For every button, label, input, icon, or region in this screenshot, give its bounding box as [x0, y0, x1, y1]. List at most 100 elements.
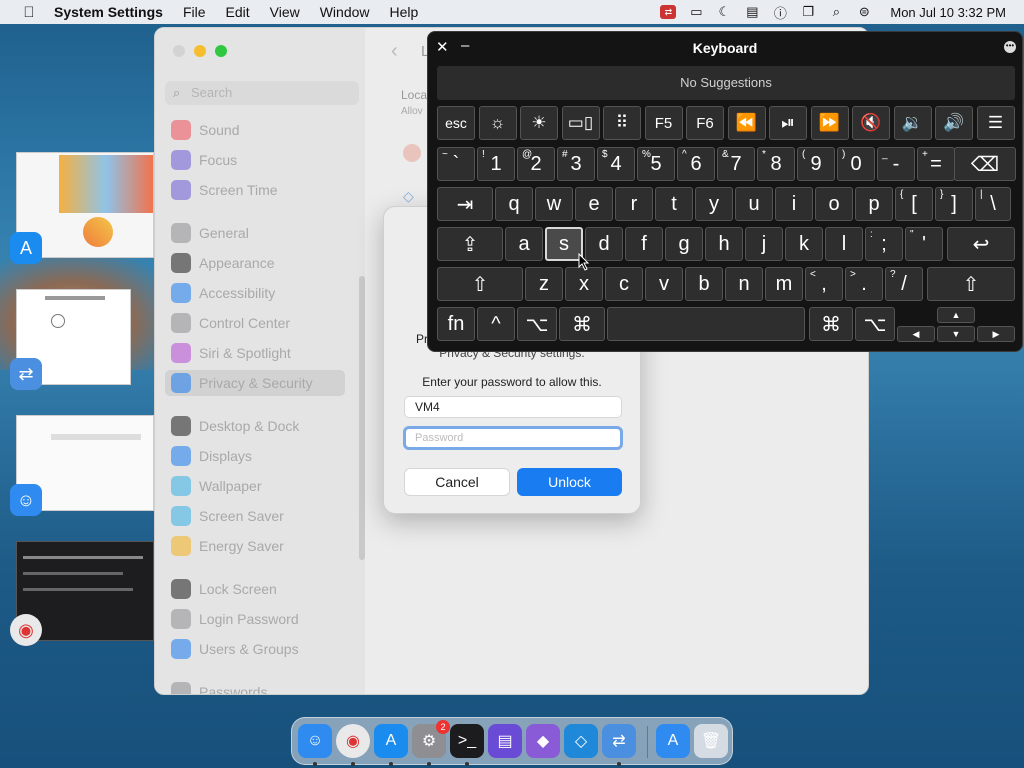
key-right-option[interactable]: ⌥ [855, 307, 895, 341]
more-options-icon[interactable]: ••• [1004, 41, 1016, 53]
key-9[interactable]: (9 [797, 147, 835, 181]
sidebar-item-users-groups[interactable]: Users & Groups [165, 636, 345, 662]
chrome-icon[interactable]: ◉ [336, 724, 370, 758]
migration-icon[interactable]: ⇄ [602, 724, 636, 758]
key-o[interactable]: o [815, 187, 853, 221]
key-l[interactable]: l [825, 227, 863, 261]
key-tab[interactable]: ⇥ [437, 187, 493, 221]
key-g[interactable]: g [665, 227, 703, 261]
key-h[interactable]: h [705, 227, 743, 261]
sidebar-item-desktop-dock[interactable]: Desktop & Dock [165, 413, 345, 439]
username-field[interactable]: VM4 [404, 396, 622, 418]
menu-view[interactable]: View [270, 4, 300, 20]
menu-help[interactable]: Help [390, 4, 419, 20]
clock[interactable]: Mon Jul 10 3:32 PM [890, 5, 1006, 20]
key-left-option[interactable]: ⌥ [517, 307, 557, 341]
key-return[interactable]: ↩ [947, 227, 1015, 261]
key-'[interactable]: " ' [905, 227, 943, 261]
finder-icon[interactable]: ☺ [298, 724, 332, 758]
visual-studio-icon[interactable]: ◆ [526, 724, 560, 758]
display-icon[interactable]: ▭ [688, 4, 704, 19]
terminal-icon[interactable]: >_ [450, 724, 484, 758]
list-icon[interactable]: ☰ [976, 106, 1015, 140]
minimize-window-button[interactable] [194, 45, 206, 57]
arrow-up-key[interactable]: ▲ [937, 307, 975, 323]
control-center-icon[interactable]: ⊜ [856, 4, 872, 19]
sidebar-item-wallpaper[interactable]: Wallpaper [165, 473, 345, 499]
key-6[interactable]: ^ 6 [677, 147, 715, 181]
cancel-button[interactable]: Cancel [404, 468, 510, 496]
key-w[interactable]: w [535, 187, 573, 221]
sidebar-item-screen-saver[interactable]: Screen Saver [165, 503, 345, 529]
sidebar-item-screen-time[interactable]: Screen Time [165, 177, 345, 203]
key-e[interactable]: e [575, 187, 613, 221]
key-7[interactable]: & 7 [717, 147, 755, 181]
volume-up-icon[interactable]: 🔊 [935, 106, 973, 140]
key-][interactable]: }] [935, 187, 973, 221]
accessibility-icon[interactable]: ⓘ [772, 5, 788, 21]
key-right-shift[interactable]: ⇧ [927, 267, 1015, 301]
key-x[interactable]: x [565, 267, 603, 301]
key-5[interactable]: % 5 [637, 147, 675, 181]
sidebar-item-passwords[interactable]: Passwords [165, 679, 345, 694]
window-icon[interactable]: ❐ [800, 4, 816, 19]
key-q[interactable]: q [495, 187, 533, 221]
menu-app-name[interactable]: System Settings [54, 4, 163, 20]
key-c[interactable]: c [605, 267, 643, 301]
sidebar-item-focus[interactable]: Focus [165, 147, 345, 173]
sidebar-item-appearance[interactable]: Appearance [165, 250, 345, 276]
arrow-down-key[interactable]: ▼ [937, 326, 975, 342]
sidebar-item-privacy-security[interactable]: Privacy & Security [165, 370, 345, 396]
menu-window[interactable]: Window [320, 4, 370, 20]
key-d[interactable]: d [585, 227, 623, 261]
key-y[interactable]: y [695, 187, 733, 221]
key-4[interactable]: $4 [597, 147, 635, 181]
f6-key[interactable]: F6 [686, 106, 724, 140]
sidebar-scrollbar[interactable] [359, 276, 365, 560]
key-left-command[interactable]: ⌘ [559, 307, 605, 341]
sidebar-item-displays[interactable]: Displays [165, 443, 345, 469]
system-settings-icon[interactable]: ⚙ 2 [412, 720, 450, 758]
key-n[interactable]: n [725, 267, 763, 301]
key-[[interactable]: {[ [895, 187, 933, 221]
esc-key[interactable]: esc [437, 106, 475, 140]
close-window-button[interactable] [173, 45, 185, 57]
menu-file[interactable]: File [183, 4, 206, 20]
app-store-stage-icon[interactable]: A [10, 232, 42, 264]
key-,[interactable]: <, [805, 267, 843, 301]
vscode-icon[interactable]: ◇ [564, 724, 598, 758]
key-8[interactable]: * 8 [757, 147, 795, 181]
key-t[interactable]: t [655, 187, 693, 221]
key-i[interactable]: i [775, 187, 813, 221]
key-control[interactable]: ^ [477, 307, 515, 341]
arrow-left-key[interactable]: ◀ [897, 326, 935, 342]
key-space[interactable] [607, 307, 805, 341]
key-u[interactable]: u [735, 187, 773, 221]
sidebar-item-control-center[interactable]: Control Center [165, 310, 345, 336]
unlock-button[interactable]: Unlock [517, 468, 622, 496]
search-icon[interactable]: ⌕ [828, 4, 844, 19]
key-r[interactable]: r [615, 187, 653, 221]
key-;[interactable]: :; [865, 227, 903, 261]
key-caps-lock[interactable]: ⇪ [437, 227, 503, 261]
key-b[interactable]: b [685, 267, 723, 301]
fast-forward-icon[interactable]: ⏩ [810, 106, 849, 140]
volume-down-icon[interactable]: 🔉 [893, 106, 932, 140]
sidebar-item-siri-spotlight[interactable]: Siri & Spotlight [165, 340, 345, 366]
key-j[interactable]: j [745, 227, 783, 261]
sidebar-item-lock-screen[interactable]: Lock Screen [165, 576, 345, 602]
apple-menu-icon[interactable]:  [18, 4, 40, 21]
sidebar-search-input[interactable]: ⌕ Search [165, 81, 359, 105]
arrow-right-key[interactable]: ▶ [977, 326, 1015, 342]
key-delete[interactable]: ⌫ [954, 147, 1016, 181]
key-right-command[interactable]: ⌘ [809, 307, 853, 341]
f5-key[interactable]: F5 [644, 106, 683, 140]
back-arrow-icon[interactable]: ‹ [391, 40, 398, 63]
key-=[interactable]: + = [917, 147, 955, 181]
rewind-icon[interactable]: ⏪ [727, 106, 766, 140]
stage-manager-icon[interactable]: ▤ [744, 4, 760, 19]
zoom-window-button[interactable] [215, 45, 227, 57]
password-field[interactable]: Password [403, 426, 623, 450]
menu-edit[interactable]: Edit [226, 4, 250, 20]
brightness-up-icon[interactable]: ☀ [520, 106, 558, 140]
